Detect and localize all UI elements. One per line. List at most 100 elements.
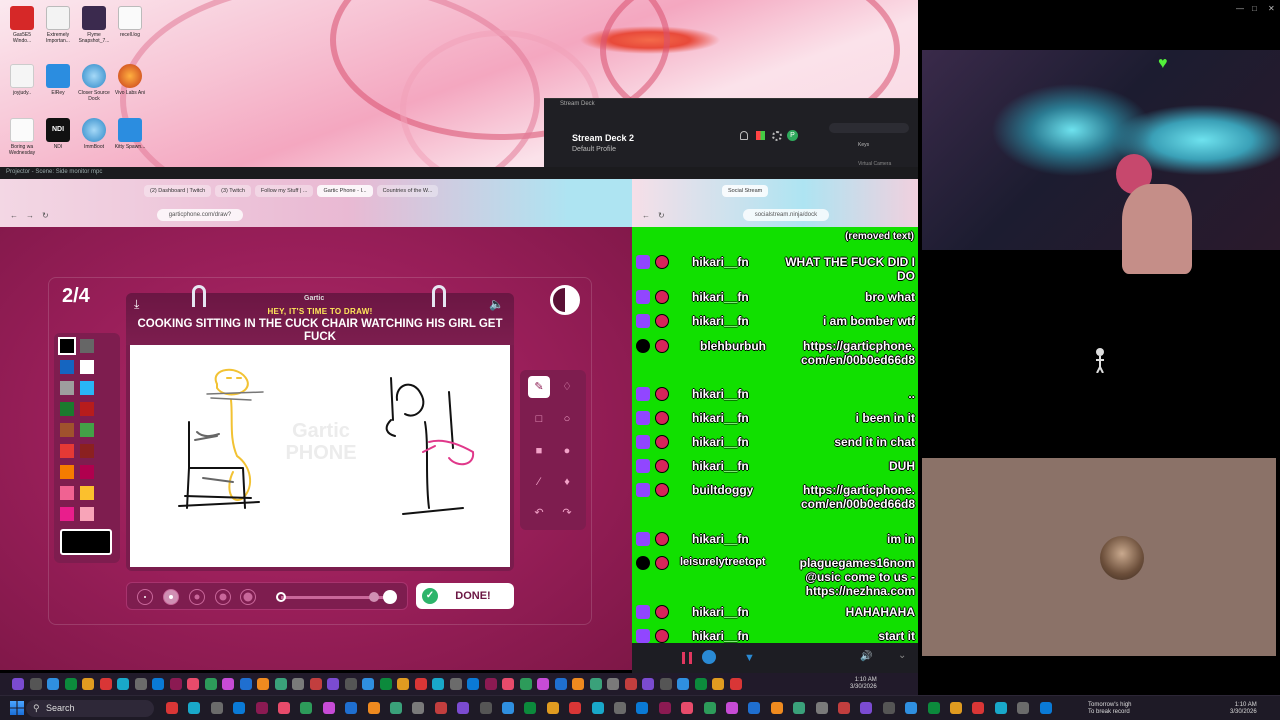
taskbar-app-icon[interactable] [636, 702, 649, 714]
desktop-icon[interactable]: ElRey [40, 64, 76, 96]
weather-widget[interactable]: Tomorrow's high To break record [1088, 702, 1132, 716]
taskbar-app-icon[interactable] [457, 702, 470, 714]
brush-size-3[interactable] [189, 589, 205, 605]
taskbar-app-icon[interactable] [994, 702, 1007, 714]
taskbar-app-icon[interactable] [882, 702, 895, 714]
desktop-icon[interactable]: Extremely Importan... [40, 6, 76, 44]
taskbar-app-icon[interactable] [1017, 702, 1030, 714]
browser-tab[interactable]: (2) Dashboard | Twitch [144, 185, 212, 197]
browser-tab-active[interactable]: Social Stream [722, 185, 769, 197]
drawing-canvas[interactable]: Gartic PHONE [130, 345, 510, 567]
color-swatch[interactable] [80, 507, 94, 521]
taskbar-app-icon[interactable] [677, 678, 689, 690]
taskbar-search[interactable]: ⚲ Search [26, 700, 154, 717]
taskbar-app-icon[interactable] [927, 702, 940, 714]
taskbar-app-icon[interactable] [729, 678, 742, 690]
collapse-icon[interactable]: ⌄ [898, 650, 906, 661]
taskbar-app-icon[interactable] [726, 702, 738, 714]
gear-icon[interactable] [772, 131, 782, 141]
taskbar-app-icon[interactable] [569, 702, 582, 714]
stream-deck-profile[interactable]: Default Profile [572, 146, 616, 153]
pause-icon[interactable] [682, 652, 692, 664]
color-swatch[interactable] [80, 381, 94, 395]
desktop-icon[interactable]: recell.log [112, 6, 148, 38]
back-icon[interactable]: ← [642, 211, 650, 220]
taskbar-app-icon[interactable] [659, 678, 672, 690]
desktop-icon[interactable]: Gas5E5 Windo... [4, 6, 40, 44]
color-swatch[interactable] [80, 339, 94, 353]
taskbar-app-icon[interactable] [412, 702, 425, 714]
filled-rectangle-tool[interactable]: ■ [528, 440, 550, 462]
taskbar-app-icon[interactable] [344, 678, 357, 690]
reload-icon[interactable]: ↻ [658, 211, 665, 220]
browser-tab[interactable]: Countries of the W... [376, 185, 439, 197]
taskbar-app-icon[interactable] [257, 678, 269, 690]
taskbar-app-icon[interactable] [607, 678, 619, 690]
taskbar-app-icon[interactable] [614, 702, 626, 714]
taskbar-app-icon[interactable] [204, 678, 217, 690]
apps-icon[interactable] [756, 131, 765, 140]
taskbar-app-icon[interactable] [554, 678, 567, 690]
keys-tab[interactable]: Keys [858, 142, 869, 148]
system-clock[interactable]: 1:10 AM 3/30/2026 [1230, 702, 1257, 716]
stream-deck-search[interactable] [829, 123, 909, 133]
taskbar-app-icon[interactable] [29, 678, 42, 690]
line-tool[interactable]: ∕ [528, 471, 550, 493]
color-swatch[interactable] [80, 423, 94, 437]
desktop-icon[interactable]: NDI NDI [40, 118, 76, 150]
desktop-icon[interactable]: Closer Source Dock [76, 64, 112, 102]
taskbar-app-icon[interactable] [537, 678, 549, 690]
undo-icon[interactable]: ↶ [528, 502, 550, 524]
taskbar-app-icon[interactable] [950, 702, 962, 714]
desktop-icon[interactable]: joyjudy.. [4, 64, 40, 96]
volume-icon[interactable]: 🔊 [860, 651, 872, 662]
windows-start-icon[interactable] [10, 701, 24, 715]
taskbar-app-icon[interactable] [432, 678, 444, 690]
taskbar-app-icon[interactable] [546, 702, 559, 714]
taskbar-app-icon[interactable] [479, 702, 492, 714]
taskbar-app-icon[interactable] [64, 678, 77, 690]
taskbar-app-icon[interactable] [367, 702, 380, 714]
maximize-icon[interactable]: □ [1252, 4, 1257, 13]
redo-icon[interactable]: ↷ [556, 502, 578, 524]
taskbar-app-icon[interactable] [502, 702, 514, 714]
taskbar-app-icon[interactable] [502, 678, 514, 690]
taskbar-app-icon[interactable] [681, 702, 694, 714]
taskbar-app-icon[interactable] [82, 678, 94, 690]
taskbar-app-icon[interactable] [793, 702, 806, 714]
taskbar-app-icon[interactable] [187, 678, 199, 690]
close-icon[interactable]: ✕ [1268, 4, 1275, 13]
browser-tab[interactable]: Follow my Stuff | ... [254, 185, 314, 197]
taskbar-app-icon[interactable] [1039, 702, 1052, 714]
color-swatch[interactable] [80, 360, 94, 374]
done-button[interactable]: ✓ DONE! [416, 583, 514, 609]
taskbar-app-icon[interactable] [117, 678, 129, 690]
taskbar-app-icon[interactable] [434, 702, 447, 714]
taskbar-app-icon[interactable] [467, 678, 479, 690]
profile-avatar[interactable]: P [787, 130, 798, 141]
color-swatch[interactable] [60, 402, 74, 416]
color-swatch[interactable] [60, 444, 74, 458]
taskbar-app-icon[interactable] [815, 702, 828, 714]
desktop-icon[interactable]: Vivo Labs Ani [112, 64, 148, 96]
brush-size-4[interactable] [215, 589, 231, 605]
taskbar-app-icon[interactable] [484, 678, 497, 690]
taskbar-app-icon[interactable] [47, 678, 59, 690]
taskbar-app-icon[interactable] [972, 702, 985, 714]
taskbar-app-icon[interactable] [642, 678, 654, 690]
taskbar-app-icon[interactable] [703, 702, 716, 714]
taskbar-app-icon[interactable] [524, 702, 537, 714]
taskbar-app-icon[interactable] [134, 678, 147, 690]
eraser-tool[interactable]: ♢ [556, 376, 578, 398]
opacity-slider-handle[interactable] [383, 590, 397, 604]
fill-bucket-tool[interactable]: ♦ [556, 471, 578, 493]
taskbar-app-icon[interactable] [362, 678, 374, 690]
taskbar-app-icon[interactable] [322, 702, 335, 714]
taskbar-app-icon[interactable] [255, 702, 268, 714]
taskbar-app-icon[interactable] [233, 702, 246, 714]
url-field[interactable]: socialstream.ninja/dock [742, 209, 830, 221]
desktop-icon[interactable]: Flyme Snapshot_7... [76, 6, 112, 44]
taskbar-app-icon[interactable] [345, 702, 358, 714]
filter-icon[interactable]: ▼ [744, 652, 755, 664]
color-swatch[interactable] [80, 465, 94, 479]
